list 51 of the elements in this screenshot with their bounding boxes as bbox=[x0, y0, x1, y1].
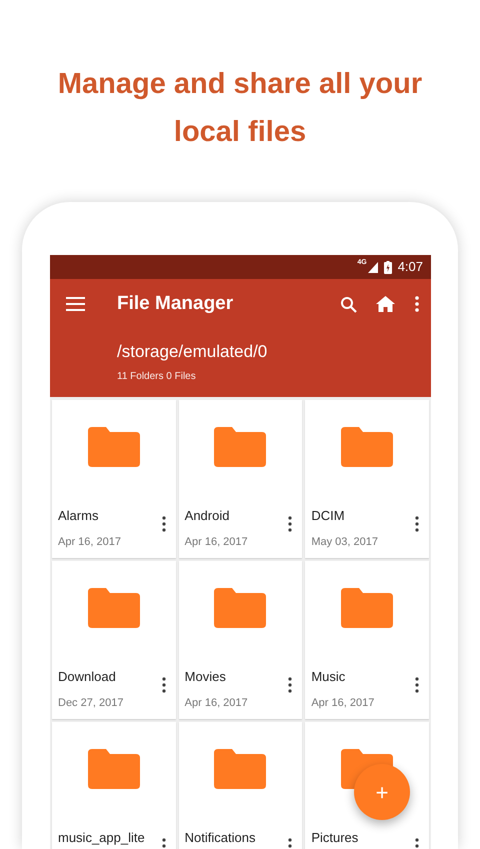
folder-card[interactable]: Music Apr 16, 2017 bbox=[305, 561, 429, 719]
app-title: File Manager bbox=[117, 292, 234, 316]
folder-date: Apr 16, 2017 bbox=[184, 535, 248, 550]
battery-icon bbox=[384, 260, 392, 274]
search-icon[interactable] bbox=[340, 296, 357, 312]
folder-icon bbox=[88, 749, 140, 789]
folder-card[interactable]: music_app_lite bbox=[52, 722, 176, 849]
more-icon[interactable] bbox=[162, 516, 166, 532]
folder-icon bbox=[214, 749, 266, 789]
more-icon[interactable] bbox=[415, 296, 419, 312]
folder-date: Apr 16, 2017 bbox=[58, 535, 121, 550]
more-icon[interactable] bbox=[162, 838, 166, 849]
more-icon[interactable] bbox=[288, 677, 292, 693]
folder-icon bbox=[214, 427, 266, 467]
folder-date: May 03, 2017 bbox=[311, 535, 378, 550]
folder-card[interactable]: Alarms Apr 16, 2017 bbox=[52, 400, 176, 558]
signal-icon bbox=[368, 262, 378, 272]
folder-card[interactable]: DCIM May 03, 2017 bbox=[305, 400, 429, 558]
more-icon[interactable] bbox=[414, 838, 419, 849]
folder-name: music_app_lite bbox=[58, 829, 145, 847]
folder-icon bbox=[88, 427, 140, 467]
folder-name: Alarms bbox=[58, 507, 98, 525]
folder-name: Notifications bbox=[184, 829, 256, 847]
folder-icon bbox=[341, 588, 394, 628]
folder-card[interactable]: Android Apr 16, 2017 bbox=[178, 400, 302, 558]
folder-date: Apr 16, 2017 bbox=[184, 696, 248, 711]
folder-icon bbox=[341, 427, 394, 467]
home-icon[interactable] bbox=[376, 296, 395, 312]
menu-icon[interactable] bbox=[66, 297, 85, 311]
more-icon[interactable] bbox=[414, 516, 419, 532]
more-icon[interactable] bbox=[414, 677, 419, 693]
more-icon[interactable] bbox=[162, 677, 166, 693]
folder-name: Download bbox=[58, 668, 116, 686]
headline: Manage and share all your local files bbox=[56, 67, 424, 150]
more-icon[interactable] bbox=[288, 516, 292, 532]
folder-date: Apr 16, 2017 bbox=[311, 696, 374, 711]
folder-card[interactable]: Movies Apr 16, 2017 bbox=[178, 561, 302, 719]
folder-icon bbox=[214, 588, 266, 628]
folder-name: Movies bbox=[184, 668, 226, 686]
folder-name: Android bbox=[184, 507, 230, 525]
more-icon[interactable] bbox=[288, 838, 292, 849]
status-time: 4:07 bbox=[398, 258, 423, 276]
folder-date: Dec 27, 2017 bbox=[58, 696, 124, 711]
folder-name: Pictures bbox=[311, 829, 358, 847]
folder-card[interactable]: Notifications bbox=[178, 722, 302, 849]
folder-card[interactable]: Download Dec 27, 2017 bbox=[52, 561, 176, 719]
folder-summary: 11 Folders 0 Files bbox=[117, 370, 197, 384]
folder-name: DCIM bbox=[311, 507, 345, 525]
current-path: /storage/emulated/0 bbox=[117, 341, 268, 363]
folder-icon bbox=[88, 588, 140, 628]
folder-name: Music bbox=[311, 668, 346, 686]
